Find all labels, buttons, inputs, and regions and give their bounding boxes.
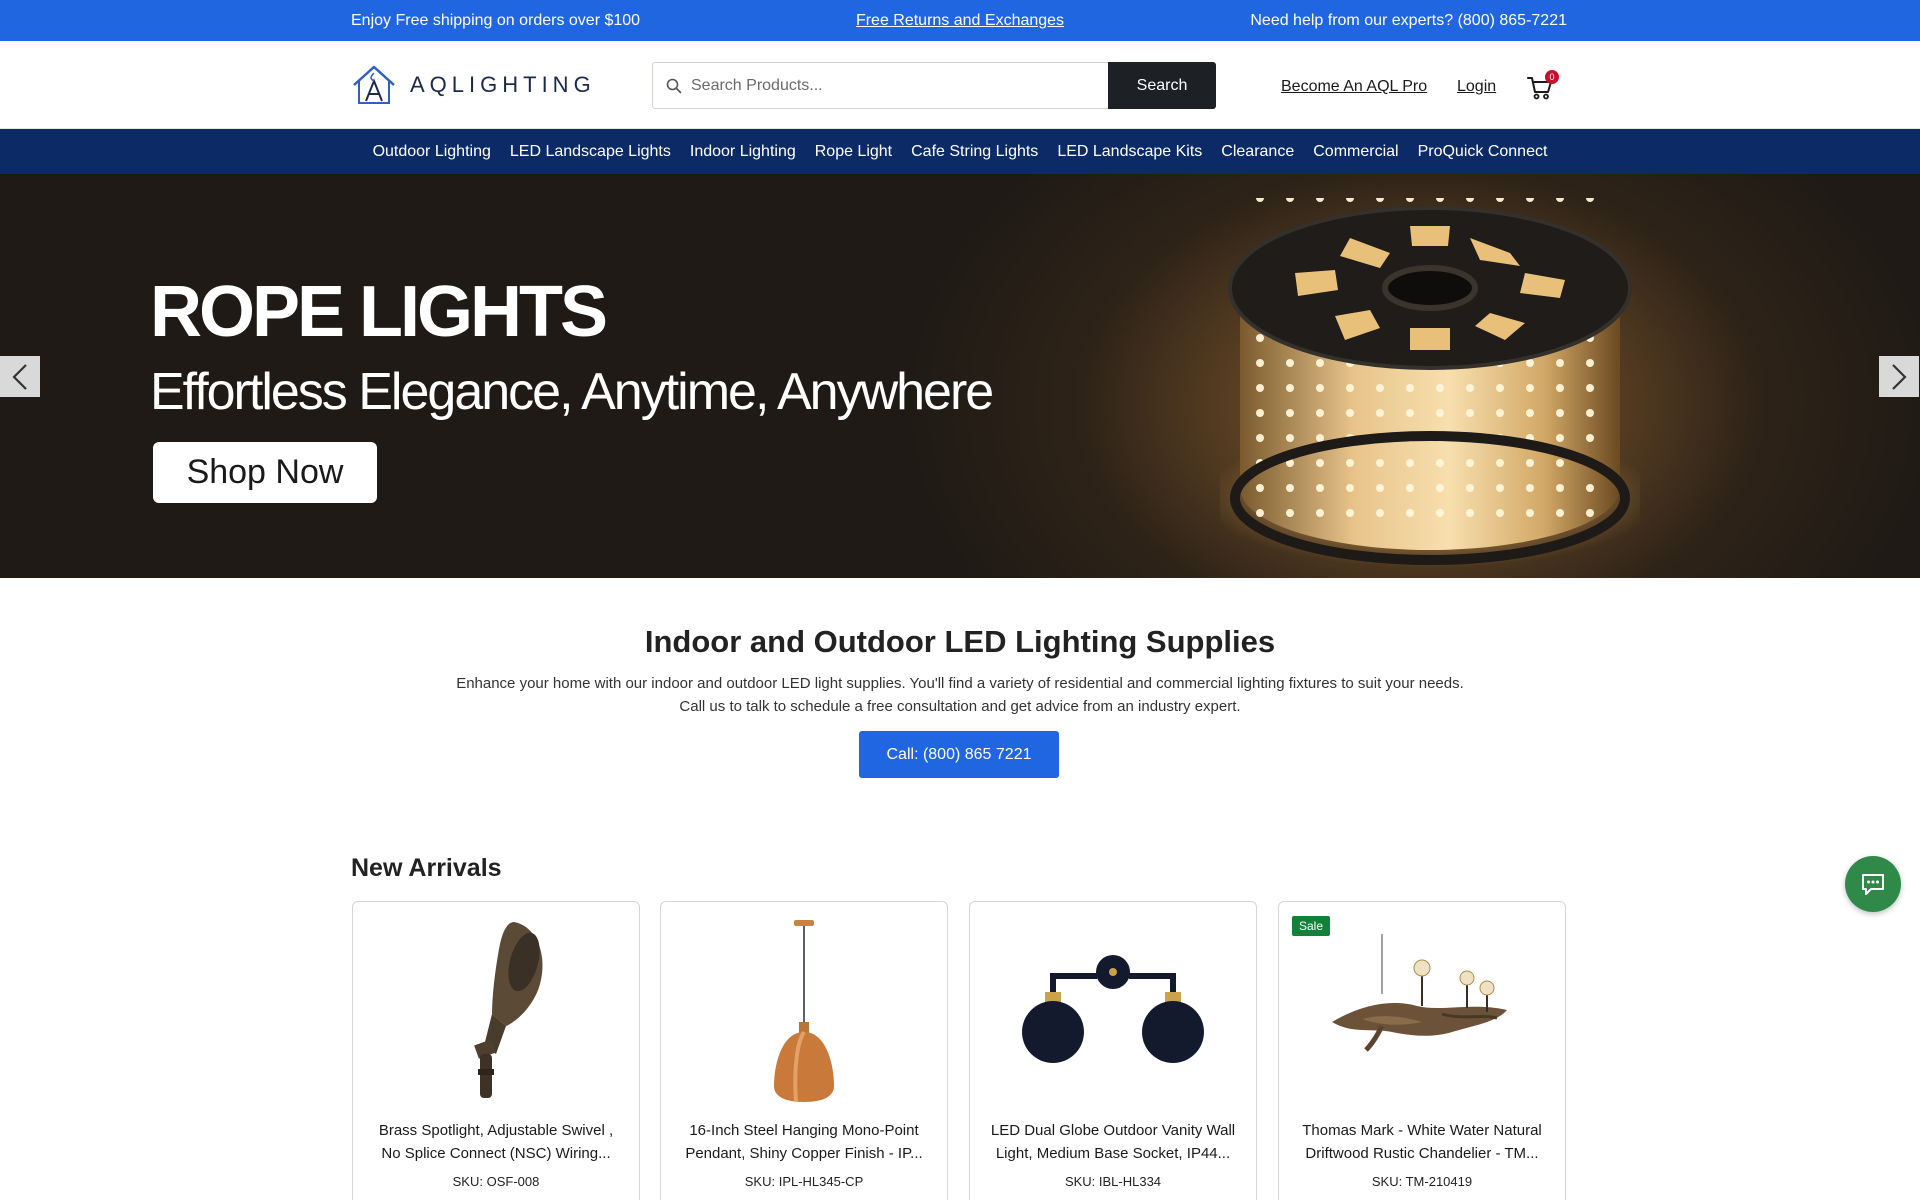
hero-subtitle: Effortless Elegance, Anytime, Anywhere	[150, 363, 994, 421]
product-sku: SKU: TM-210419	[1371, 1174, 1473, 1189]
category-nav: Outdoor Lighting LED Landscape Lights In…	[0, 129, 1920, 174]
new-arrivals-title: New Arrivals	[351, 854, 502, 882]
driftwood-chandelier-image	[1332, 934, 1507, 1052]
copper-pendant-image	[774, 920, 834, 1103]
logo-text: AQLIGHTING	[410, 72, 596, 97]
login-link[interactable]: Login	[1457, 78, 1496, 96]
product-name-line-2: Light, Medium Base Socket, IP44...	[995, 1145, 1231, 1162]
product-card[interactable]: 16-Inch Steel Hanging Mono-Point Pendant…	[660, 901, 948, 1200]
rope-light-spool-image	[1220, 198, 1640, 568]
search-input[interactable]	[691, 76, 1091, 95]
search-button[interactable]: Search	[1108, 62, 1216, 109]
product-name-line-1: Brass Spotlight, Adjustable Swivel ,	[378, 1122, 614, 1139]
hero-next-button[interactable]	[1879, 356, 1919, 397]
free-shipping-text: Enjoy Free shipping on orders over $100	[351, 12, 641, 29]
product-name-line-2: Pendant, Shiny Copper Finish - IP...	[685, 1145, 923, 1162]
chevron-left-icon	[12, 363, 27, 390]
nav-item-led-landscape-lights[interactable]: LED Landscape Lights	[500, 143, 680, 161]
nav-item-led-landscape-kits[interactable]: LED Landscape Kits	[1048, 143, 1212, 161]
intro-text-line-1: Enhance your home with our indoor and ou…	[456, 675, 1464, 692]
search-bar: Search	[652, 62, 1216, 109]
product-sku: SKU: IBL-HL334	[1064, 1174, 1162, 1189]
nav-item-proquick-connect[interactable]: ProQuick Connect	[1408, 143, 1557, 161]
help-phone-text[interactable]: Need help from our experts? (800) 865-72…	[1250, 12, 1567, 30]
product-name: Brass Spotlight, Adjustable Swivel , No …	[365, 1119, 627, 1165]
product-card[interactable]: LED Dual Globe Outdoor Vanity Wall Light…	[969, 901, 1257, 1200]
hero-title: ROPE LIGHTS	[150, 272, 608, 352]
product-image	[970, 914, 1256, 1104]
nav-item-indoor-lighting[interactable]: Indoor Lighting	[680, 143, 805, 161]
product-name-line-1: 16-Inch Steel Hanging Mono-Point	[689, 1122, 919, 1139]
chevron-right-icon	[1892, 363, 1907, 390]
search-icon	[666, 78, 682, 93]
product-name: Thomas Mark - White Water Natural Driftw…	[1291, 1119, 1553, 1165]
dual-globe-wall-light-image	[1022, 955, 1204, 1063]
site-header: AQLIGHTING Search Become An AQL Pro Logi…	[0, 41, 1920, 129]
search-field[interactable]	[652, 62, 1108, 109]
site-logo[interactable]: AQLIGHTING	[350, 63, 596, 107]
product-image	[1279, 914, 1565, 1104]
nav-item-commercial[interactable]: Commercial	[1304, 143, 1408, 161]
hero-banner[interactable]: ROPE LIGHTS Effortless Elegance, Anytime…	[0, 174, 1920, 578]
nav-item-outdoor-lighting[interactable]: Outdoor Lighting	[363, 143, 500, 161]
shop-now-button[interactable]: Shop Now	[153, 442, 377, 503]
product-name-line-2: Driftwood Rustic Chandelier - TM...	[1305, 1145, 1539, 1162]
intro-text-line-2: Call us to talk to schedule a free consu…	[679, 698, 1241, 715]
product-name-line-2: No Splice Connect (NSC) Wiring...	[381, 1145, 611, 1162]
returns-wrapper: Free Returns and Exchanges	[0, 12, 1920, 30]
brass-spotlight-image	[474, 922, 543, 1098]
product-name-line-1: Thomas Mark - White Water Natural	[1302, 1122, 1542, 1139]
product-image	[661, 914, 947, 1104]
product-card[interactable]: Sale Thomas Mark - White Water Natural D…	[1278, 901, 1566, 1200]
chat-icon	[1862, 874, 1884, 895]
product-name: 16-Inch Steel Hanging Mono-Point Pendant…	[673, 1119, 935, 1165]
call-button[interactable]: Call: (800) 865 7221	[859, 731, 1059, 778]
product-image	[353, 914, 639, 1104]
become-pro-link[interactable]: Become An AQL Pro	[1281, 78, 1427, 96]
chat-button[interactable]	[1845, 856, 1901, 912]
announcement-bar: Enjoy Free shipping on orders over $100 …	[0, 0, 1920, 41]
product-sku: SKU: IPL-HL345-CP	[744, 1174, 864, 1189]
logo-house-icon	[353, 65, 395, 104]
product-name-line-1: LED Dual Globe Outdoor Vanity Wall	[990, 1122, 1236, 1139]
nav-item-rope-light[interactable]: Rope Light	[805, 143, 901, 161]
cart-count-badge: 0	[1545, 70, 1559, 84]
nav-item-clearance[interactable]: Clearance	[1212, 143, 1304, 161]
product-sku: SKU: OSF-008	[452, 1174, 540, 1189]
intro-title: Indoor and Outdoor LED Lighting Supplies	[644, 624, 1276, 659]
returns-link[interactable]: Free Returns and Exchanges	[856, 12, 1064, 29]
cart-button[interactable]: 0	[1527, 70, 1559, 101]
hero-prev-button[interactable]	[0, 356, 40, 397]
product-name: LED Dual Globe Outdoor Vanity Wall Light…	[982, 1119, 1244, 1165]
nav-item-cafe-string-lights[interactable]: Cafe String Lights	[902, 143, 1048, 161]
product-card[interactable]: Brass Spotlight, Adjustable Swivel , No …	[352, 901, 640, 1200]
